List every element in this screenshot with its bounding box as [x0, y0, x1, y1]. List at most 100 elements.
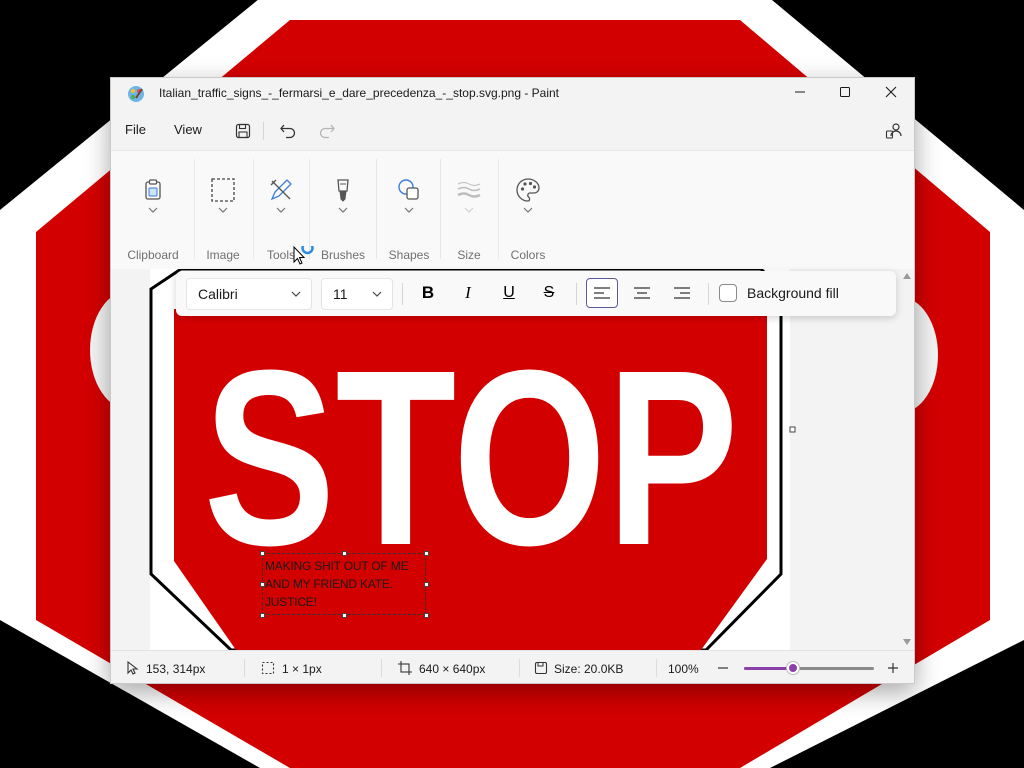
- ribbon-group-brushes[interactable]: Brushes: [310, 151, 376, 269]
- font-size-value: 11: [333, 286, 348, 302]
- chevron-down-icon: [148, 207, 158, 213]
- zoom-level: 100%: [668, 662, 699, 676]
- size-lines-icon: [457, 182, 481, 198]
- background-fill-checkbox[interactable]: [719, 284, 737, 302]
- clipboard-icon: [145, 179, 161, 200]
- cursor-position-icon: [127, 661, 139, 675]
- chevron-down-icon: [523, 207, 533, 213]
- maximize-button[interactable]: [822, 78, 868, 106]
- ribbon-label-tools: Tools: [266, 248, 296, 262]
- ribbon-label-image: Image: [206, 248, 240, 262]
- resize-handle[interactable]: [342, 551, 347, 556]
- zoom-out-icon[interactable]: [716, 661, 730, 675]
- zoom-in-icon[interactable]: [886, 661, 900, 675]
- ribbon-group-image[interactable]: Image: [195, 151, 252, 269]
- resize-handle[interactable]: [424, 613, 429, 618]
- pencil-tools-icon: [270, 179, 292, 201]
- title-bar: Italian_traffic_signs_-_fermarsi_e_dare_…: [111, 78, 914, 110]
- background-fill-label: Background fill: [747, 285, 839, 301]
- selection-size-icon: [261, 661, 275, 675]
- resize-handle[interactable]: [424, 582, 429, 587]
- font-family-select[interactable]: Calibri: [186, 278, 312, 310]
- shapes-icon: [398, 179, 419, 200]
- font-size-select[interactable]: 11: [321, 278, 393, 310]
- ribbon: Clipboard Image Tools Brushes Shapes Siz…: [111, 150, 914, 269]
- zoom-slider-thumb[interactable]: [787, 662, 799, 674]
- account-button[interactable]: [880, 118, 908, 144]
- bold-button[interactable]: B: [412, 278, 444, 308]
- ribbon-label-clipboard: Clipboard: [127, 248, 179, 262]
- quick-actions-separator: [263, 122, 264, 140]
- toolbar-separator: [708, 283, 709, 305]
- menu-bar: File View: [111, 112, 914, 148]
- save-icon: [235, 123, 251, 139]
- account-icon: [885, 123, 902, 139]
- status-bar: 153, 314px 1 × 1px 640 × 640px Size: 20.…: [111, 650, 914, 683]
- zoom-slider-fill: [744, 667, 793, 670]
- resize-handle[interactable]: [424, 551, 429, 556]
- window-title: Italian_traffic_signs_-_fermarsi_e_dare_…: [159, 86, 560, 100]
- scroll-down-icon[interactable]: [903, 639, 911, 645]
- redo-button[interactable]: [313, 118, 341, 144]
- font-family-value: Calibri: [198, 286, 238, 302]
- align-left-icon: [594, 287, 610, 299]
- chevron-down-icon: [372, 291, 382, 297]
- canvas-size: 640 × 640px: [419, 662, 486, 676]
- palette-icon: [516, 178, 540, 202]
- file-menu[interactable]: File: [125, 122, 146, 137]
- vertical-scrollbar[interactable]: [900, 269, 914, 650]
- ribbon-group-clipboard[interactable]: Clipboard: [111, 151, 193, 269]
- chevron-down-icon: [218, 207, 228, 213]
- align-center-icon: [634, 287, 650, 299]
- ribbon-label-brushes: Brushes: [320, 248, 366, 262]
- ribbon-label-size: Size: [457, 248, 481, 262]
- minimize-button[interactable]: [777, 78, 823, 106]
- canvas-image[interactable]: STOP: [111, 269, 900, 650]
- text-format-toolbar: Calibri 11 B I U S Background fill: [176, 271, 896, 316]
- chevron-down-icon: [464, 207, 474, 213]
- italic-button[interactable]: I: [452, 278, 484, 308]
- align-center-button[interactable]: [626, 278, 658, 308]
- view-menu[interactable]: View: [174, 122, 202, 137]
- undo-button[interactable]: [274, 118, 302, 144]
- underline-button[interactable]: U: [493, 278, 525, 308]
- select-rect-icon: [211, 178, 235, 202]
- canvas-size-icon: [398, 661, 412, 675]
- selection-size: 1 × 1px: [282, 662, 322, 676]
- minimize-icon: [795, 91, 805, 93]
- align-right-button[interactable]: [666, 278, 698, 308]
- status-separator: [244, 659, 245, 677]
- undo-icon: [280, 124, 296, 139]
- maximize-icon: [840, 87, 850, 97]
- ribbon-group-shapes[interactable]: Shapes: [377, 151, 440, 269]
- ribbon-group-size[interactable]: Size: [441, 151, 498, 269]
- zoom-slider[interactable]: [744, 662, 874, 674]
- chevron-down-icon: [276, 207, 286, 213]
- chevron-down-icon: [404, 207, 414, 213]
- text-box-line: MAKING SHIT OUT OF ME: [265, 559, 409, 573]
- paint-window: Italian_traffic_signs_-_fermarsi_e_dare_…: [110, 77, 915, 684]
- scroll-up-icon[interactable]: [903, 273, 911, 279]
- align-left-button[interactable]: [586, 278, 618, 308]
- canvas-area[interactable]: STOP: [111, 269, 900, 650]
- ribbon-label-colors: Colors: [510, 248, 546, 262]
- ribbon-group-colors[interactable]: Colors: [499, 151, 557, 269]
- file-size: Size: 20.0KB: [554, 662, 624, 676]
- resize-handle[interactable]: [260, 551, 265, 556]
- text-box[interactable]: MAKING SHIT OUT OF ME AND MY FRIEND KATE…: [260, 551, 429, 618]
- status-separator: [519, 659, 520, 677]
- toolbar-separator: [576, 283, 577, 305]
- align-right-icon: [674, 287, 690, 299]
- paint-app-icon: [128, 86, 144, 102]
- resize-handle[interactable]: [260, 613, 265, 618]
- close-button[interactable]: [868, 78, 914, 106]
- chevron-down-icon: [338, 207, 348, 213]
- file-size-icon: [534, 661, 548, 675]
- close-icon: [885, 86, 897, 98]
- status-separator: [656, 659, 657, 677]
- toolbar-separator: [402, 283, 403, 305]
- strikethrough-button[interactable]: S: [533, 278, 565, 308]
- resize-handle[interactable]: [260, 582, 265, 587]
- save-button[interactable]: [229, 118, 257, 144]
- resize-handle[interactable]: [342, 613, 347, 618]
